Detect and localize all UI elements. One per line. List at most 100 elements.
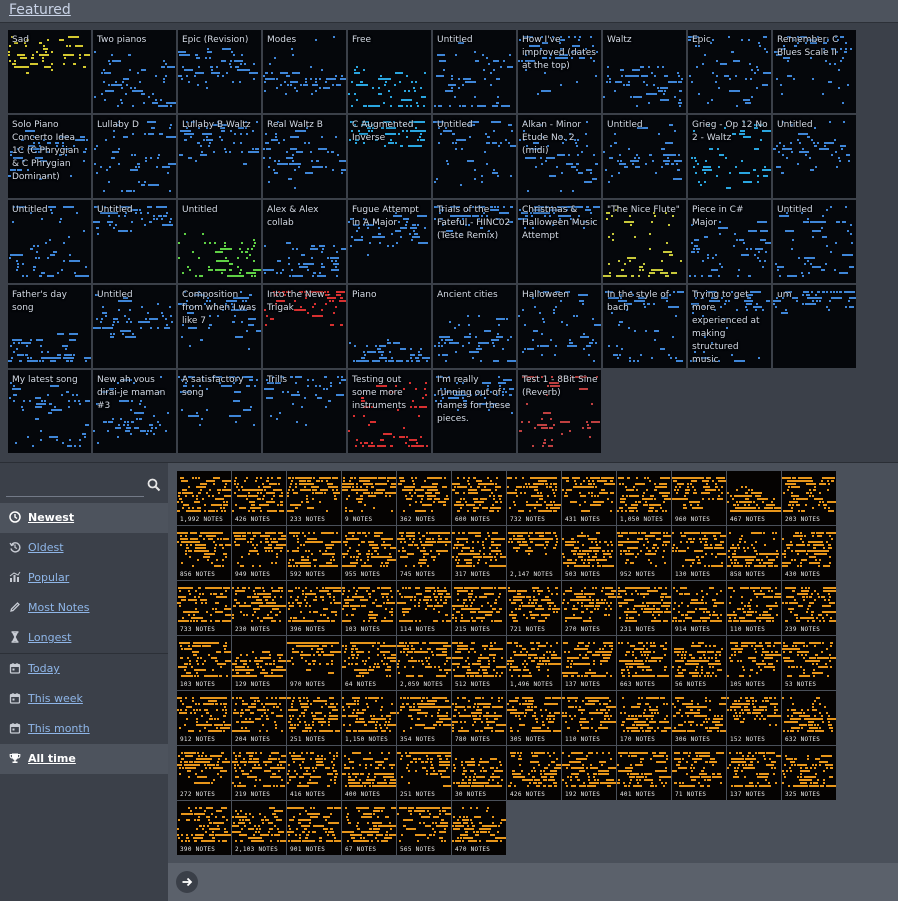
featured-song[interactable]: In the style of bach xyxy=(603,285,686,368)
featured-song[interactable]: Halloween xyxy=(518,285,601,368)
song-tile[interactable]: 9 NOTES xyxy=(342,471,396,525)
sort-option-this-month[interactable]: This month xyxy=(0,714,168,744)
featured-song[interactable]: Solo Piano Concerto Idea 1C (C Phrygian … xyxy=(8,115,91,198)
note-mark xyxy=(803,221,809,223)
featured-song[interactable]: How I've improved (dates at the top) xyxy=(518,30,601,113)
note-mark xyxy=(257,492,259,494)
featured-song[interactable]: Christmas & Halloween Music Attempt xyxy=(518,200,601,283)
note-mark xyxy=(391,233,393,235)
featured-song[interactable]: Epic xyxy=(688,30,771,113)
note-mark xyxy=(756,87,758,89)
sort-option-longest[interactable]: Longest xyxy=(0,623,168,653)
note-mark xyxy=(660,348,665,350)
featured-song[interactable]: Epic (Revision) xyxy=(178,30,261,113)
featured-song[interactable]: Two pianos xyxy=(93,30,176,113)
song-tile[interactable]: 732 NOTES xyxy=(507,471,561,525)
search-icon[interactable] xyxy=(147,478,161,492)
featured-song[interactable]: Trying to get more experienced at making… xyxy=(688,285,771,368)
sort-option-popular[interactable]: Popular xyxy=(0,563,168,593)
featured-song[interactable]: Sad xyxy=(8,30,91,113)
song-tile[interactable]: 362 NOTES xyxy=(397,471,451,525)
song-tile[interactable]: 949 NOTES xyxy=(232,526,286,580)
song-tile[interactable]: 467 NOTES xyxy=(727,471,781,525)
featured-song[interactable]: Test 1 - 8Bit Sine (Reverb) xyxy=(518,370,601,453)
note-mark xyxy=(654,489,657,491)
featured-song[interactable]: Piece in C# Major xyxy=(688,200,771,283)
song-tile[interactable]: 426 NOTES xyxy=(232,471,286,525)
featured-song[interactable]: Fugue Attempt in A Major xyxy=(348,200,431,283)
featured-song[interactable]: Modes xyxy=(263,30,346,113)
featured-song[interactable]: Ancient cities xyxy=(433,285,516,368)
song-tile[interactable]: 592 NOTES xyxy=(287,526,341,580)
sort-option-all-time[interactable]: All time xyxy=(0,744,168,774)
song-tile[interactable]: 745 NOTES xyxy=(397,526,451,580)
featured-song[interactable]: Composition from when I was like 7 xyxy=(178,285,261,368)
song-tile[interactable]: 858 NOTES xyxy=(727,526,781,580)
sort-option-this-week[interactable]: This week xyxy=(0,684,168,714)
song-tile[interactable]: 952 NOTES xyxy=(617,526,671,580)
song-tile[interactable]: 130 NOTES xyxy=(672,526,726,580)
note-mark xyxy=(415,501,417,503)
note-mark xyxy=(553,492,555,494)
song-tile[interactable]: 856 NOTES xyxy=(177,526,231,580)
song-tile[interactable]: 600 NOTES xyxy=(452,471,506,525)
featured-song[interactable]: Lullaby D xyxy=(93,115,176,198)
featured-song[interactable]: Remember: C Blues Scale II xyxy=(773,30,856,113)
song-tile[interactable]: 733 NOTES xyxy=(177,581,231,635)
featured-song[interactable]: Trials of the Fateful - HINC02 (Teste Re… xyxy=(433,200,516,283)
featured-song[interactable]: A satisfactory song xyxy=(178,370,261,453)
featured-song[interactable]: Untitled xyxy=(433,30,516,113)
featured-song[interactable]: Alkan - Minor Etude No. 2 (midi) xyxy=(518,115,601,198)
featured-song[interactable]: I'm really running out of names for thes… xyxy=(433,370,516,453)
sort-option-today[interactable]: Today xyxy=(0,654,168,684)
featured-link[interactable]: Featured xyxy=(9,2,71,18)
note-mark xyxy=(264,547,272,549)
note-mark xyxy=(122,333,124,335)
sort-option-most-notes[interactable]: Most Notes xyxy=(0,593,168,623)
featured-song[interactable]: Untitled xyxy=(93,285,176,368)
song-tile[interactable]: 203 NOTES xyxy=(782,471,836,525)
song-tile[interactable]: 1,992 NOTES xyxy=(177,471,231,525)
featured-song[interactable]: My latest song xyxy=(8,370,91,453)
note-mark xyxy=(35,257,37,259)
sort-option-oldest[interactable]: Oldest xyxy=(0,533,168,563)
featured-song[interactable]: Alex & Alex collab xyxy=(263,200,346,283)
featured-song[interactable]: Father's day song xyxy=(8,285,91,368)
song-tile[interactable]: 1,050 NOTES xyxy=(617,471,671,525)
song-tile[interactable]: 430 NOTES xyxy=(782,526,836,580)
featured-song[interactable]: Untitled xyxy=(773,115,856,198)
featured-song[interactable]: New ah vous dirai-je maman #3 xyxy=(93,370,176,453)
featured-song[interactable]: Free xyxy=(348,30,431,113)
featured-song[interactable]: Untitled xyxy=(603,115,686,198)
featured-song[interactable]: Lullaby B Waltz xyxy=(178,115,261,198)
featured-song[interactable]: Real Waltz B xyxy=(263,115,346,198)
featured-song[interactable]: Into the New - Trigak xyxy=(263,285,346,368)
sort-option-newest[interactable]: Newest xyxy=(0,503,168,533)
featured-song[interactable]: "The Nice Flute" xyxy=(603,200,686,283)
search-input[interactable] xyxy=(6,474,144,497)
song-tile[interactable]: 431 NOTES xyxy=(562,471,616,525)
featured-song[interactable]: Grieg - Op 12 No 2 - Waltz xyxy=(688,115,771,198)
song-tile[interactable]: 503 NOTES xyxy=(562,526,616,580)
note-mark xyxy=(137,163,140,165)
note-mark xyxy=(303,84,305,86)
note-mark xyxy=(132,333,134,335)
featured-song[interactable]: um xyxy=(773,285,856,368)
featured-song[interactable]: Untitled xyxy=(93,200,176,283)
featured-song[interactable]: Untitled xyxy=(178,200,261,283)
song-tile[interactable]: 233 NOTES xyxy=(287,471,341,525)
note-mark xyxy=(440,105,442,107)
featured-song[interactable]: Untitled xyxy=(773,200,856,283)
featured-song[interactable]: Untitled xyxy=(8,200,91,283)
note-mark xyxy=(458,553,463,555)
featured-song[interactable]: Testing out some more instruments xyxy=(348,370,431,453)
song-tile[interactable]: 317 NOTES xyxy=(452,526,506,580)
featured-song[interactable]: Trills xyxy=(263,370,346,453)
song-tile[interactable]: 955 NOTES xyxy=(342,526,396,580)
featured-song[interactable]: Waltz xyxy=(603,30,686,113)
featured-song[interactable]: C Augmented Inverse xyxy=(348,115,431,198)
featured-song[interactable]: Piano xyxy=(348,285,431,368)
song-tile[interactable]: 2,147 NOTES xyxy=(507,526,561,580)
song-tile[interactable]: 960 NOTES xyxy=(672,471,726,525)
featured-song[interactable]: Untitled xyxy=(433,115,516,198)
